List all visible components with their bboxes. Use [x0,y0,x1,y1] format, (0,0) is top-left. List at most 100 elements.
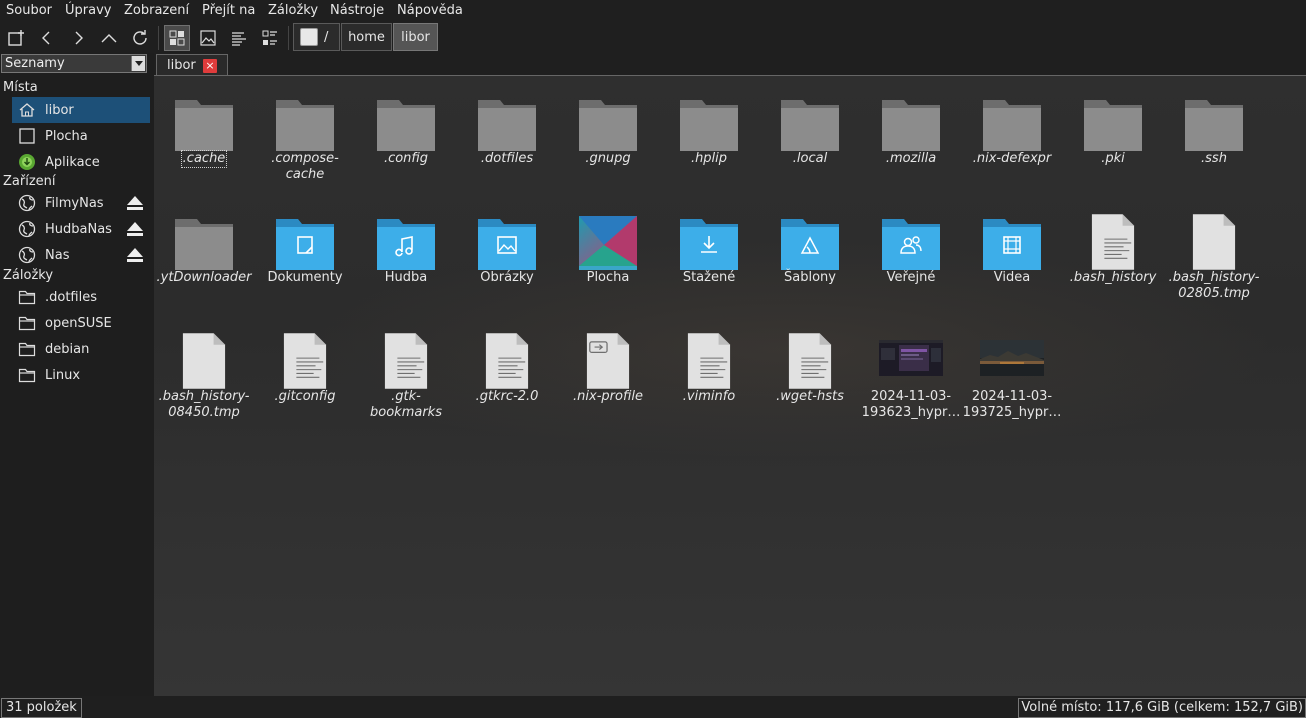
network-globe-icon [18,246,36,264]
eject-icon[interactable] [126,195,144,211]
sidebar-item-aplikace[interactable]: Aplikace [12,149,150,175]
new-tab-button[interactable] [3,25,29,51]
file-item[interactable]: .dotfiles [457,88,557,167]
sidebar-item-libor[interactable]: libor [12,97,150,123]
file-name: .cache [180,150,228,168]
file-name: Stažené [682,270,736,285]
network-globe-icon [18,194,36,212]
file-item[interactable]: .gnupg [558,88,658,167]
menu-tools[interactable]: Nástroje [330,3,384,18]
menu-edit[interactable]: Úpravy [65,3,111,18]
icon-view-button[interactable] [164,25,190,51]
file-item[interactable]: .bash_history-02805.tmp [1164,207,1264,302]
thumbnail-view-button[interactable] [195,25,221,51]
toolbar-separator [288,26,291,50]
file-item[interactable]: .gitconfig [255,326,355,405]
file-item[interactable]: .nix-profile [558,326,658,405]
chevron-left-icon [42,31,50,45]
file-name: .gtkrc-2.0 [475,389,539,404]
close-icon[interactable]: × [203,59,217,73]
file-item[interactable]: .viminfo [659,326,759,405]
back-button[interactable] [34,25,60,51]
file-item[interactable]: .ssh [1164,88,1264,167]
sidebar-item-opensuse[interactable]: openSUSE [12,310,150,336]
file-item[interactable]: .gtk-bookmarks [356,326,456,421]
status-bar: 31 položek Volné místo: 117,6 GiB (celke… [0,696,1306,718]
reload-button[interactable] [127,25,153,51]
file-name: .bash_history-08450.tmp [158,389,250,420]
file-item[interactable]: .local [760,88,860,167]
file-item[interactable]: Dokumenty [255,207,355,286]
file-item[interactable]: Hudba [356,207,456,286]
file-name: 2024-11-03-193623_hypr… [861,389,961,420]
sidebar-item-linux[interactable]: Linux [12,362,150,388]
folder-icon [1182,88,1246,152]
file-item[interactable]: .mozilla [861,88,961,167]
up-button[interactable] [96,25,122,51]
file-item[interactable]: .hplip [659,88,759,167]
file-name: .gtk-bookmarks [370,389,442,420]
text-file-icon [374,326,438,390]
chevron-down-icon [131,56,145,71]
menu-bookmarks[interactable]: Záložky [268,3,318,18]
detail-view-button[interactable] [257,25,283,51]
file-item[interactable]: .compose-cache [255,88,355,183]
file-item[interactable]: .bash_history [1063,207,1163,286]
file-item[interactable]: .cache [154,88,254,168]
network-globe-icon [18,220,36,238]
list-lines-icon [232,32,246,46]
file-name: Videa [993,270,1031,285]
templates-folder-icon [778,207,842,271]
menu-view[interactable]: Zobrazení [124,3,189,18]
sidebar-item-filmynas[interactable]: FilmyNas [12,190,150,216]
free-space: Volné místo: 117,6 GiB (celkem: 152,7 Gi… [1018,698,1306,718]
file-item[interactable]: Videa [962,207,1062,286]
tab-libor[interactable]: libor × [156,54,228,76]
eject-icon[interactable] [126,247,144,263]
chevron-right-icon [75,31,83,45]
file-name: .compose-cache [271,151,339,182]
sidebar-item-hudbanas[interactable]: HudbaNas [12,216,150,242]
folder-icon [475,88,539,152]
file-item[interactable]: .bash_history-08450.tmp [154,326,254,421]
file-item[interactable]: 2024-11-03-193725_hypr… [962,326,1062,421]
sidebar-item-label: libor [45,102,74,118]
menu-help[interactable]: Nápověda [397,3,463,18]
eject-icon[interactable] [126,221,144,237]
file-item[interactable]: 2024-11-03-193623_hypr… [861,326,961,421]
text-file-icon [273,326,337,390]
file-item[interactable]: .config [356,88,456,167]
menu-file[interactable]: Soubor [6,3,52,18]
folder-outline-icon [18,288,36,306]
file-item[interactable]: .ytDownloader [154,207,254,286]
file-item[interactable]: .gtkrc-2.0 [457,326,557,405]
breadcrumb-libor[interactable]: libor [393,23,438,51]
toolbar: / home libor [0,22,1306,53]
file-item[interactable]: .pki [1063,88,1163,167]
file-item[interactable]: .nix-defexpr [962,88,1062,167]
file-view[interactable]: .cache .compose-cache .config .dotfiles .gnu… [154,76,1306,696]
file-name: .viminfo [682,389,736,404]
compact-view-button[interactable] [226,25,252,51]
file-item[interactable]: Stažené [659,207,759,286]
breadcrumb-home[interactable]: home [341,23,392,51]
sidebar-item-label: debian [45,341,90,357]
sidebar-item-dotfiles[interactable]: .dotfiles [12,284,150,310]
bookmarks-heading: Záložky [3,268,54,283]
file-item[interactable]: Šablony [760,207,860,286]
file-name: .local [792,151,828,166]
file-item[interactable]: Plocha [558,207,658,286]
sidebar-item-debian[interactable]: debian [12,336,150,362]
breadcrumb-root[interactable]: / [293,23,340,51]
videos-folder-icon [980,207,1044,271]
forward-button[interactable] [65,25,91,51]
file-item[interactable]: Veřejné [861,207,961,286]
file-name: .gitconfig [274,389,336,404]
sidebar-item-plocha[interactable]: Plocha [12,123,150,149]
file-item[interactable]: Obrázky [457,207,557,286]
menu-go[interactable]: Přejít na [202,3,255,18]
file-item[interactable]: .wget-hsts [760,326,860,405]
side-pane-mode-select[interactable]: Seznamy [1,54,147,73]
music-folder-icon [374,207,438,271]
sidebar-item-nas[interactable]: Nas [12,242,150,268]
